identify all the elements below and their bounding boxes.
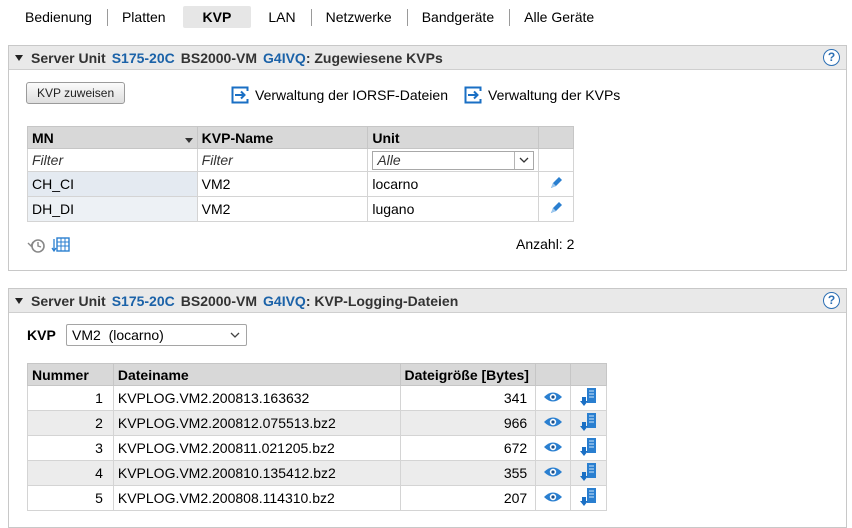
download-file-icon[interactable]: [579, 437, 598, 457]
table-row[interactable]: CH_CI VM2 locarno: [27, 171, 574, 197]
view-eye-icon[interactable]: [543, 415, 563, 429]
table-columns-icon[interactable]: [51, 236, 71, 254]
chevron-down-icon: [230, 332, 240, 338]
help-icon[interactable]: ?: [823, 292, 840, 309]
assign-kvp-button[interactable]: KVP zuweisen: [26, 82, 126, 104]
cell-filesize: 341: [399, 385, 537, 411]
edit-pencil-icon[interactable]: [548, 200, 564, 216]
tab-bar: Bedienung Platten KVP LAN Netzwerke Band…: [10, 0, 609, 34]
vm-link[interactable]: G4IVQ: [263, 293, 306, 309]
edit-pencil-icon[interactable]: [548, 175, 564, 191]
panel-title-prefix: Server Unit: [31, 49, 106, 66]
cell-number: 2: [27, 410, 114, 436]
collapse-triangle-icon[interactable]: [15, 54, 23, 61]
download-file-icon[interactable]: [579, 462, 598, 482]
cell-mn: CH_CI: [27, 171, 198, 197]
column-header-filesize[interactable]: Dateigröße [Bytes]: [399, 363, 537, 386]
tab-bandgeraete[interactable]: Bandgeräte: [406, 0, 509, 34]
cell-filesize: 672: [399, 435, 537, 461]
vm-link[interactable]: G4IVQ: [263, 50, 306, 66]
iorsf-management-link[interactable]: Verwaltung der IORSF-Dateien: [231, 86, 448, 104]
row-count: Anzahl: 2: [516, 236, 575, 252]
cell-filename: KVPLOG.VM2.200810.135412.bz2: [112, 460, 401, 486]
column-header-view: [535, 363, 572, 386]
tab-alle-geraete[interactable]: Alle Geräte: [509, 0, 609, 34]
table-row[interactable]: 1 KVPLOG.VM2.200813.163632 341: [27, 385, 607, 411]
cell-number: 5: [27, 485, 114, 511]
chevron-down-icon[interactable]: [514, 151, 533, 169]
column-header-mn[interactable]: MN: [27, 126, 198, 149]
tab-bedienung[interactable]: Bedienung: [10, 0, 107, 34]
kvp-select[interactable]: VM2 (locarno): [66, 324, 247, 346]
filter-mn-input[interactable]: Filter: [27, 148, 198, 172]
view-eye-icon[interactable]: [543, 390, 563, 404]
column-header-filename[interactable]: Dateiname: [112, 363, 401, 386]
help-icon[interactable]: ?: [823, 49, 840, 66]
table-row[interactable]: 5 KVPLOG.VM2.200808.114310.bz2 207: [27, 485, 607, 511]
column-header-actions: [538, 126, 574, 149]
cell-filesize: 966: [399, 410, 537, 436]
view-eye-icon[interactable]: [543, 465, 563, 479]
kvp-logging-panel: Server Unit S175-20C BS2000-VM G4IVQ: KV…: [8, 288, 847, 528]
column-header-unit[interactable]: Unit: [367, 126, 540, 149]
column-header-kvp-name[interactable]: KVP-Name: [196, 126, 369, 149]
column-header-download: [570, 363, 607, 386]
filter-name-input[interactable]: Filter: [196, 148, 369, 172]
table-tools: [27, 236, 71, 254]
cell-mn: DH_DI: [27, 196, 198, 222]
assigned-kvps-panel: Server Unit S175-20C BS2000-VM G4IVQ: Zu…: [8, 45, 847, 271]
vm-prefix: BS2000-VM: [180, 49, 258, 66]
table-row[interactable]: 3 KVPLOG.VM2.200811.021205.bz2 672: [27, 435, 607, 461]
history-clock-icon[interactable]: [27, 236, 47, 254]
cell-number: 3: [27, 435, 114, 461]
kvp-select-label: KVP: [27, 327, 56, 343]
view-eye-icon[interactable]: [543, 490, 563, 504]
column-header-number[interactable]: Nummer: [27, 363, 114, 386]
tab-lan[interactable]: LAN: [253, 0, 310, 34]
cell-unit: lugano: [367, 196, 540, 222]
panel-header: Server Unit S175-20C BS2000-VM G4IVQ: Zu…: [9, 46, 846, 70]
cell-number: 4: [27, 460, 114, 486]
server-unit-link[interactable]: S175-20C: [112, 293, 175, 309]
vm-prefix: BS2000-VM: [180, 292, 258, 309]
cell-filename: KVPLOG.VM2.200811.021205.bz2: [112, 435, 401, 461]
server-unit-link[interactable]: S175-20C: [112, 50, 175, 66]
navigate-arrow-icon: [464, 86, 482, 104]
table-row[interactable]: DH_DI VM2 lugano: [27, 196, 574, 222]
cell-filename: KVPLOG.VM2.200812.075513.bz2: [112, 410, 401, 436]
kvp-link-label: Verwaltung der KVPs: [488, 87, 621, 103]
panel-header: Server Unit S175-20C BS2000-VM G4IVQ: KV…: [9, 289, 846, 313]
table-row[interactable]: 4 KVPLOG.VM2.200810.135412.bz2 355: [27, 460, 607, 486]
cell-filesize: 207: [399, 485, 537, 511]
iorsf-link-label: Verwaltung der IORSF-Dateien: [255, 87, 448, 103]
cell-kvp-name: VM2: [196, 171, 369, 197]
cell-number: 1: [27, 385, 114, 411]
tab-kvp[interactable]: KVP: [182, 6, 252, 28]
cell-filename: KVPLOG.VM2.200808.114310.bz2: [112, 485, 401, 511]
cell-filename: KVPLOG.VM2.200813.163632: [112, 385, 401, 411]
table-row[interactable]: 2 KVPLOG.VM2.200812.075513.bz2 966: [27, 410, 607, 436]
panel-title-prefix: Server Unit: [31, 292, 106, 309]
cell-filesize: 355: [399, 460, 537, 486]
filter-row: Filter Filter Alle: [27, 148, 574, 172]
tab-netzwerke[interactable]: Netzwerke: [310, 0, 407, 34]
navigate-arrow-icon: [231, 86, 249, 104]
collapse-triangle-icon[interactable]: [15, 297, 23, 304]
download-file-icon[interactable]: [579, 487, 598, 507]
cell-kvp-name: VM2: [196, 196, 369, 222]
download-file-icon[interactable]: [579, 412, 598, 432]
view-eye-icon[interactable]: [543, 440, 563, 454]
panel-title-suffix: : Zugewiesene KVPs: [305, 49, 443, 66]
logging-files-table: Nummer Dateiname Dateigröße [Bytes] 1 KVP…: [27, 363, 607, 511]
download-file-icon[interactable]: [579, 387, 598, 407]
kvp-management-link[interactable]: Verwaltung der KVPs: [464, 86, 620, 104]
sort-desc-icon[interactable]: [184, 137, 193, 143]
tab-platten[interactable]: Platten: [106, 0, 181, 34]
panel-title-suffix: : KVP-Logging-Dateien: [305, 292, 459, 309]
cell-unit: locarno: [367, 171, 540, 197]
assigned-kvps-table: MN KVP-Name Unit Filter Filter Alle CH_C…: [27, 126, 574, 222]
filter-unit-select[interactable]: Alle: [367, 148, 540, 172]
